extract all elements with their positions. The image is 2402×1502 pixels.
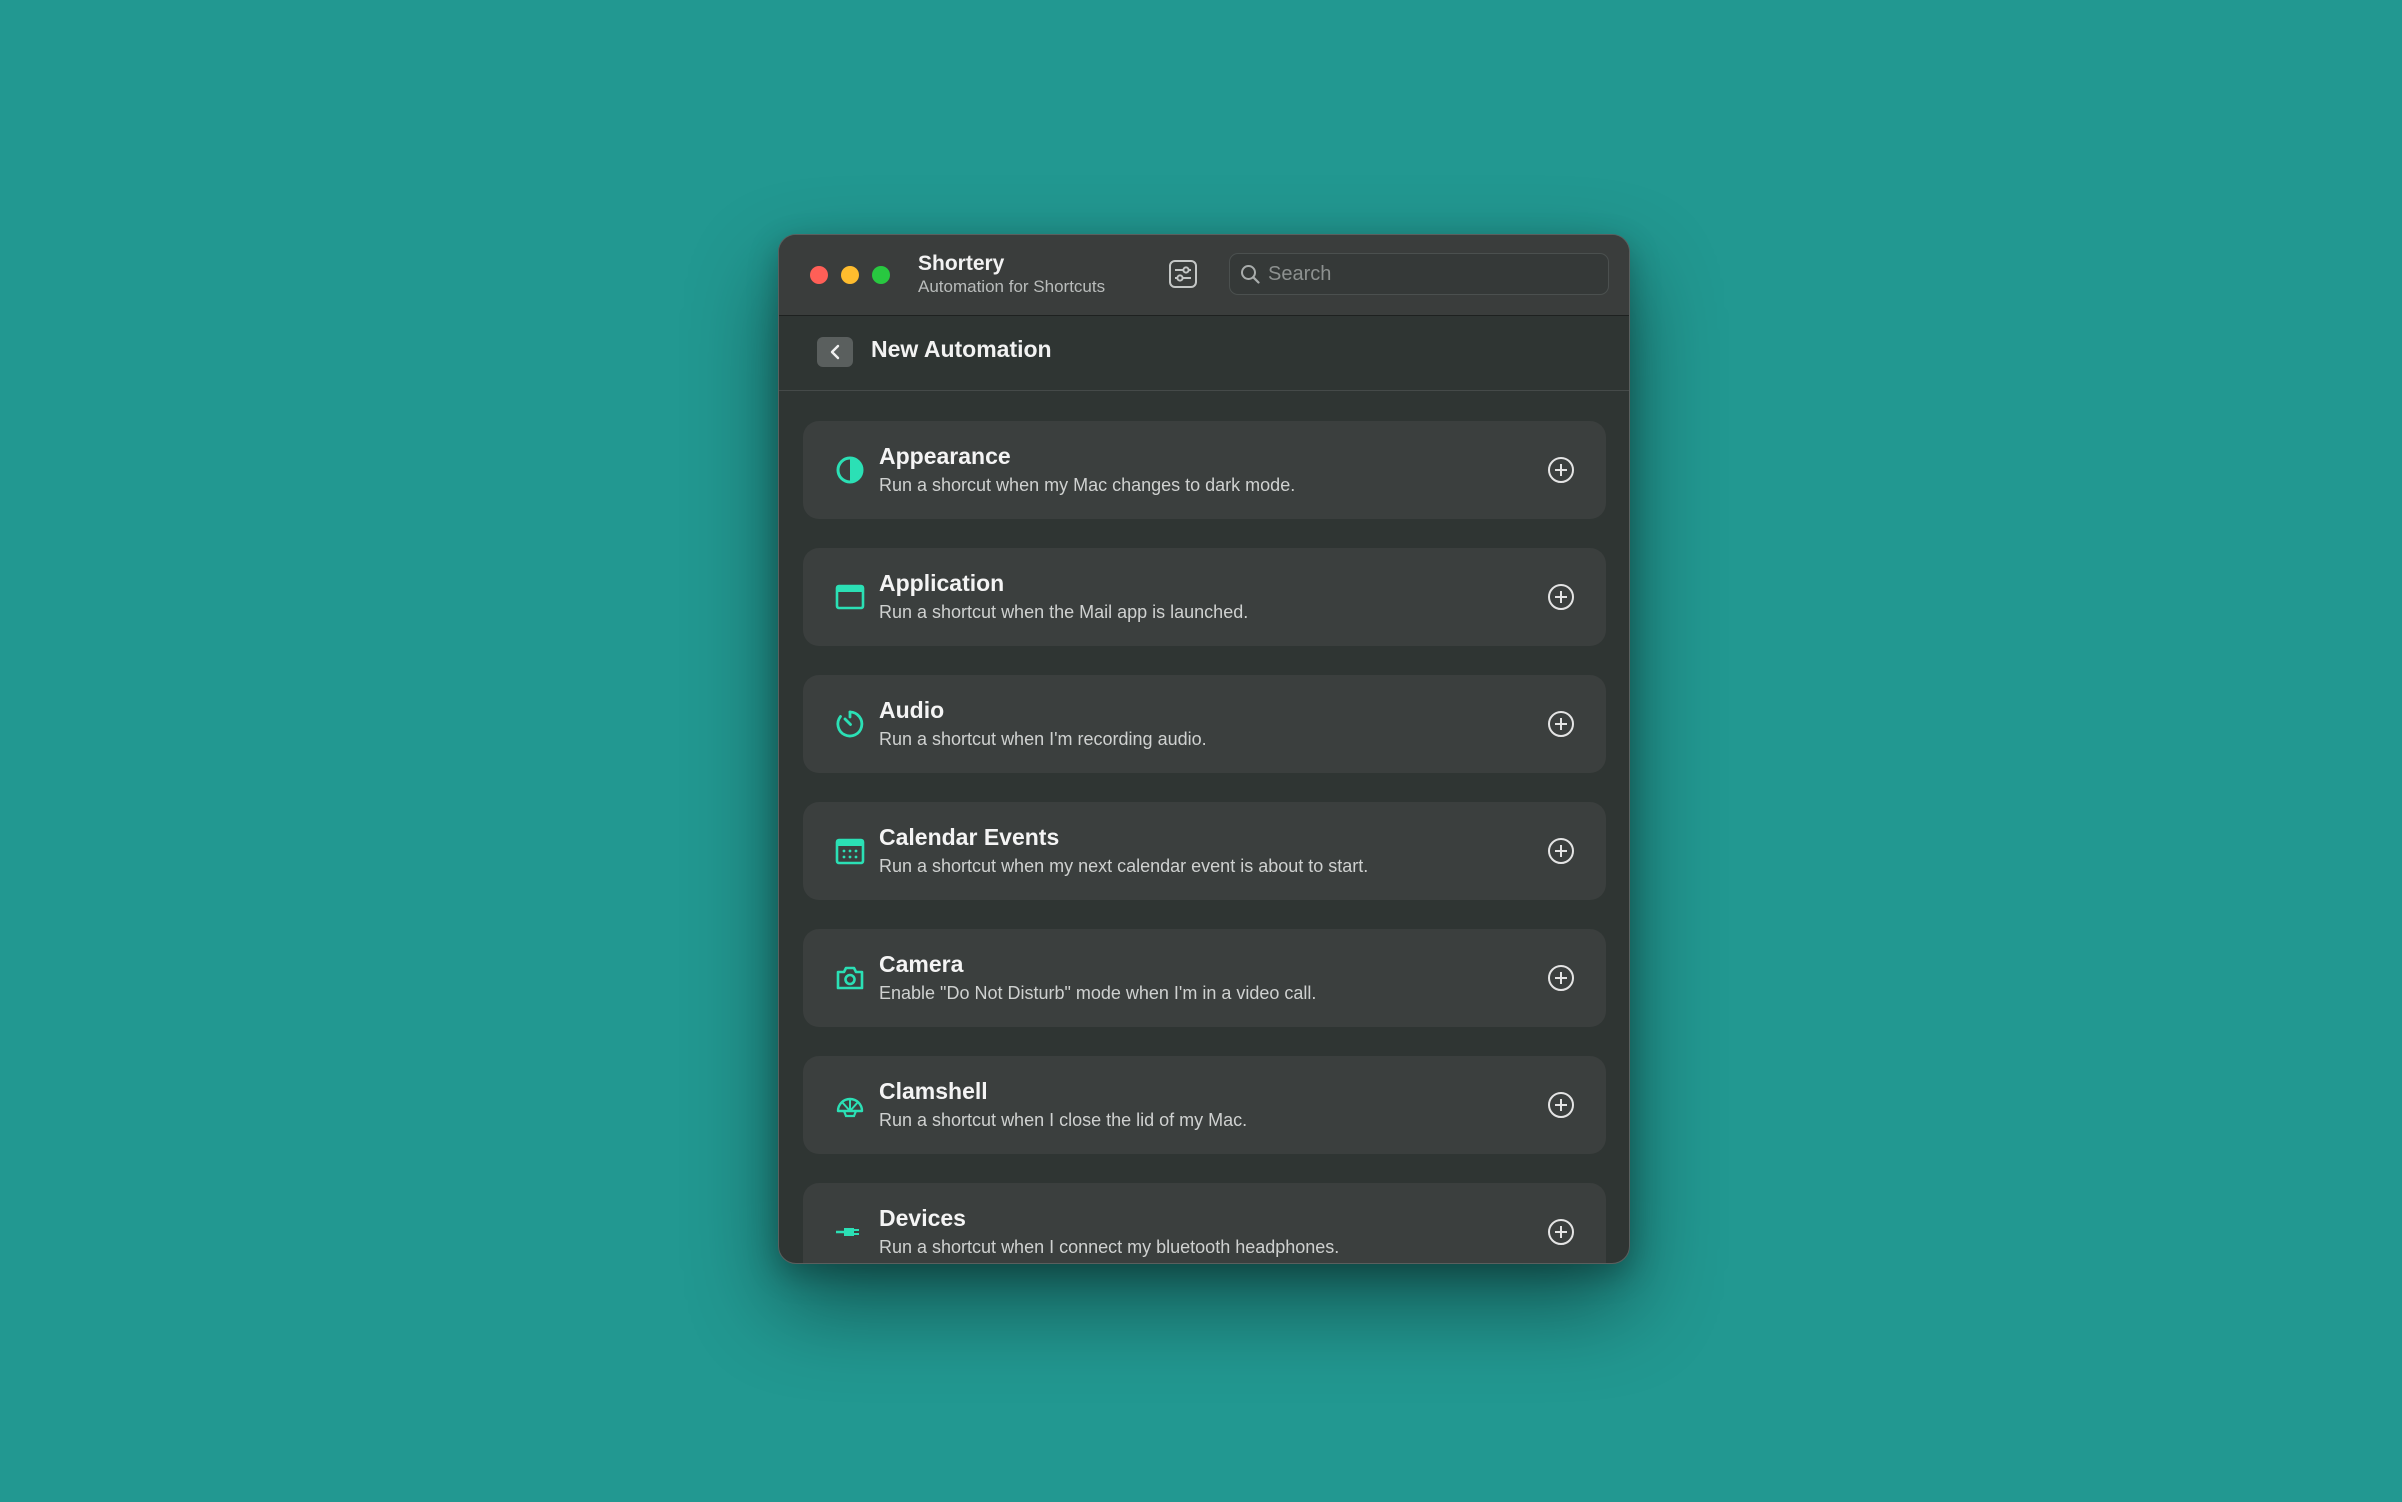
list-item-calendar-events[interactable]: Calendar Events Run a shortcut when my n…: [803, 802, 1606, 900]
item-title: Devices: [879, 1205, 966, 1231]
shell-icon: [836, 1097, 864, 1118]
back-button[interactable]: [817, 337, 853, 367]
add-circle-icon[interactable]: [1547, 583, 1575, 611]
item-description: Run a shortcut when my next calendar eve…: [879, 856, 1369, 876]
search-input[interactable]: [1268, 254, 1598, 294]
add-circle-icon[interactable]: [1547, 1091, 1575, 1119]
minimize-window-button[interactable]: [841, 266, 859, 284]
close-window-button[interactable]: [810, 266, 828, 284]
item-description: Enable "Do Not Disturb" mode when I'm in…: [879, 983, 1317, 1003]
sliders-icon: [1169, 260, 1197, 288]
list-item-clamshell[interactable]: Clamshell Run a shortcut when I close th…: [803, 1056, 1606, 1154]
item-title: Camera: [879, 951, 964, 977]
list-item-appearance[interactable]: Appearance Run a shorcut when my Mac cha…: [803, 421, 1606, 519]
half-circle-icon: [836, 456, 864, 484]
item-description: Run a shorcut when my Mac changes to dar…: [879, 475, 1296, 495]
item-description: Run a shortcut when the Mail app is laun…: [879, 602, 1249, 622]
item-title: Application: [879, 570, 1005, 596]
item-description: Run a shortcut when I close the lid of m…: [879, 1110, 1248, 1130]
search-icon: [1241, 265, 1260, 284]
filter-button[interactable]: [1168, 259, 1198, 289]
app-window: Shortery Automation for Shortcuts Search…: [778, 234, 1630, 1264]
add-circle-icon[interactable]: [1547, 964, 1575, 992]
camera-icon: [836, 966, 864, 990]
cable-icon: [836, 1228, 859, 1236]
list-item-audio[interactable]: Audio Run a shortcut when I'm recording …: [803, 675, 1606, 773]
app-window-icon: [835, 584, 865, 610]
add-circle-icon[interactable]: [1547, 710, 1575, 738]
page-header: New Automation: [779, 316, 1629, 391]
app-subtitle: Automation for Shortcuts: [918, 277, 1106, 296]
app-title: Shortery: [918, 252, 1005, 275]
page-title: New Automation: [871, 336, 1052, 362]
item-description: Run a shortcut when I connect my bluetoo…: [879, 1237, 1340, 1257]
title-bar: Shortery Automation for Shortcuts: [779, 235, 1629, 316]
list-item-devices[interactable]: Devices Run a shortcut when I connect my…: [803, 1183, 1606, 1263]
add-circle-icon[interactable]: [1547, 1218, 1575, 1246]
list-item-camera[interactable]: Camera Enable "Do Not Disturb" mode when…: [803, 929, 1606, 1027]
add-circle-icon[interactable]: [1547, 837, 1575, 865]
automation-list: Appearance Run a shorcut when my Mac cha…: [779, 391, 1629, 1263]
timer-icon: [836, 710, 864, 738]
item-title: Clamshell: [879, 1078, 988, 1104]
search-field[interactable]: [1229, 253, 1609, 295]
item-title: Audio: [879, 697, 945, 723]
item-title: Appearance: [879, 443, 1011, 469]
item-title: Calendar Events: [879, 824, 1060, 850]
chevron-left-icon: [830, 344, 840, 360]
item-description: Run a shortcut when I'm recording audio.: [879, 729, 1207, 749]
zoom-window-button[interactable]: [872, 266, 890, 284]
list-item-application[interactable]: Application Run a shortcut when the Mail…: [803, 548, 1606, 646]
calendar-icon: [835, 838, 865, 865]
add-circle-icon[interactable]: [1547, 456, 1575, 484]
